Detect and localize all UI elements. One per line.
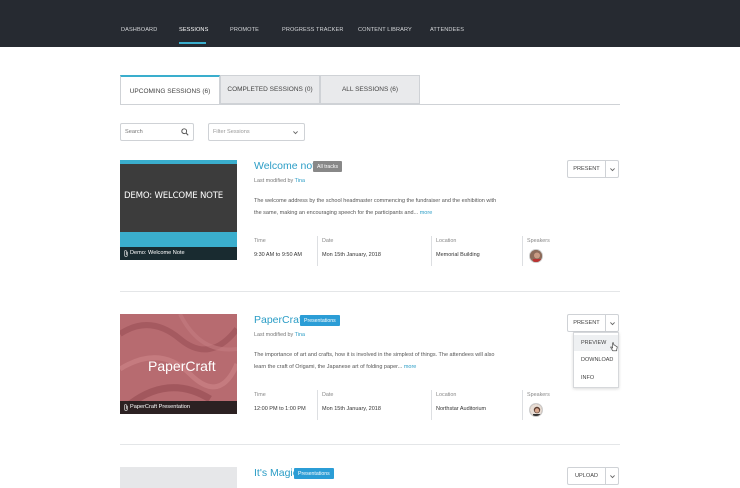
meta-divider bbox=[431, 236, 432, 266]
location-value: Memorial Building bbox=[436, 252, 480, 258]
date-label: Date bbox=[322, 392, 334, 398]
upload-button-group: UPLOAD bbox=[567, 467, 619, 485]
present-button-group: PRESENT bbox=[567, 160, 619, 178]
session-title[interactable]: PaperCraft bbox=[254, 314, 305, 326]
tab-all-sessions[interactable]: ALL SESSIONS (6) bbox=[320, 75, 420, 104]
speakers-label: Speakers bbox=[527, 392, 550, 398]
paperclip-icon bbox=[124, 404, 128, 411]
present-dropdown-toggle[interactable] bbox=[606, 160, 619, 178]
present-button[interactable]: PRESENT bbox=[567, 314, 606, 332]
last-modified: Last modified by Tina bbox=[254, 332, 305, 338]
date-value: Mon 15th January, 2018 bbox=[322, 406, 381, 412]
meta-divider bbox=[431, 390, 432, 420]
nav-sessions[interactable]: SESSIONS bbox=[179, 27, 208, 33]
nav-promote[interactable]: PROMOTE bbox=[230, 27, 259, 33]
session-meta: Time 12:00 PM to 1:00 PM Date Mon 15th J… bbox=[254, 390, 554, 422]
nav-content-library[interactable]: CONTENT LIBRARY bbox=[358, 27, 412, 33]
modified-by-link[interactable]: Tina bbox=[295, 178, 305, 184]
chevron-down-icon bbox=[610, 322, 615, 326]
tab-label: COMPLETED SESSIONS (0) bbox=[227, 86, 313, 93]
upload-dropdown-toggle[interactable] bbox=[606, 467, 619, 485]
location-value: Northstar Auditorium bbox=[436, 406, 487, 412]
present-dropdown-toggle[interactable] bbox=[606, 314, 619, 332]
more-link[interactable]: more bbox=[404, 364, 417, 370]
session-divider bbox=[120, 291, 620, 292]
modified-prefix: Last modified by bbox=[254, 332, 294, 338]
location-label: Location bbox=[436, 238, 457, 244]
upload-button[interactable]: UPLOAD bbox=[567, 467, 606, 485]
thumbnail-caption-text: PaperCraft Presentation bbox=[130, 404, 191, 410]
thumbnail-stripe bbox=[120, 232, 237, 247]
chevron-down-icon bbox=[610, 475, 615, 479]
present-button[interactable]: PRESENT bbox=[567, 160, 606, 178]
session-title[interactable]: It's Magic bbox=[254, 467, 298, 479]
search-box bbox=[120, 123, 194, 141]
session-card: DEMO: WELCOME NOTE Demo: Welcome Note We… bbox=[120, 160, 620, 270]
nav-active-indicator bbox=[179, 42, 206, 44]
hand-cursor-icon bbox=[610, 342, 618, 352]
tab-completed-sessions[interactable]: COMPLETED SESSIONS (0) bbox=[220, 75, 320, 104]
nav-attendees[interactable]: ATTENDEES bbox=[430, 27, 464, 33]
tab-label: ALL SESSIONS (6) bbox=[341, 86, 399, 93]
filter-placeholder: Filter Sessions bbox=[213, 129, 250, 135]
meta-divider bbox=[522, 236, 523, 266]
nav-progress-tracker[interactable]: PROGRESS TRACKER bbox=[282, 27, 344, 33]
session-thumbnail[interactable]: DEMO: WELCOME NOTE Demo: Welcome Note bbox=[120, 160, 237, 260]
search-input[interactable] bbox=[121, 124, 179, 140]
avatar-image bbox=[530, 404, 542, 416]
time-label: Time bbox=[254, 392, 266, 398]
thumbnail-title: PaperCraft bbox=[148, 358, 216, 374]
meta-divider bbox=[522, 390, 523, 420]
tabs-divider bbox=[120, 104, 620, 105]
menu-item-download[interactable]: DOWNLOAD bbox=[574, 352, 618, 368]
paperclip-icon bbox=[124, 250, 128, 257]
present-button-group: PRESENT bbox=[567, 314, 619, 332]
track-badge: All tracks bbox=[313, 161, 343, 172]
search-icon[interactable] bbox=[181, 128, 189, 136]
session-thumbnail[interactable] bbox=[120, 467, 237, 488]
top-nav: DASHBOARD SESSIONS PROMOTE PROGRESS TRAC… bbox=[0, 0, 740, 47]
meta-divider bbox=[317, 236, 318, 266]
session-card: It's Magic Presentations UPLOAD bbox=[120, 467, 620, 488]
speaker-avatar[interactable] bbox=[529, 249, 543, 263]
speaker-avatar[interactable] bbox=[529, 403, 543, 417]
time-label: Time bbox=[254, 238, 266, 244]
filter-sessions-select[interactable]: Filter Sessions bbox=[208, 123, 305, 141]
chevron-down-icon bbox=[610, 168, 615, 172]
tab-upcoming-sessions[interactable]: UPCOMING SESSIONS (6) bbox=[120, 75, 220, 105]
thumbnail-caption-text: Demo: Welcome Note bbox=[130, 250, 185, 256]
description-text: The welcome address by the school headma… bbox=[254, 198, 497, 216]
time-value: 9:30 AM to 9:50 AM bbox=[254, 252, 303, 258]
date-label: Date bbox=[322, 238, 334, 244]
time-value: 12:00 PM to 1:00 PM bbox=[254, 406, 306, 412]
session-meta: Time 9:30 AM to 9:50 AM Date Mon 15th Ja… bbox=[254, 236, 554, 268]
nav-dashboard[interactable]: DASHBOARD bbox=[121, 27, 157, 33]
session-description: The welcome address by the school headma… bbox=[254, 195, 504, 219]
modified-prefix: Last modified by bbox=[254, 178, 294, 184]
last-modified: Last modified by Tina bbox=[254, 178, 305, 184]
location-label: Location bbox=[436, 392, 457, 398]
thumbnail-caption: PaperCraft Presentation bbox=[120, 401, 237, 414]
modified-by-link[interactable]: Tina bbox=[295, 332, 305, 338]
thumbnail-caption: Demo: Welcome Note bbox=[120, 247, 237, 260]
session-title[interactable]: Welcome note bbox=[254, 160, 321, 172]
track-badge: Presentations bbox=[294, 468, 334, 479]
tab-label: UPCOMING SESSIONS (6) bbox=[129, 87, 211, 95]
present-dropdown-menu: PREVIEW DOWNLOAD INFO bbox=[573, 332, 619, 388]
more-link[interactable]: more bbox=[420, 210, 433, 216]
meta-divider bbox=[317, 390, 318, 420]
thumbnail-title: DEMO: WELCOME NOTE bbox=[124, 191, 224, 201]
session-description: The importance of art and crafts, how it… bbox=[254, 349, 504, 373]
session-thumbnail[interactable]: PaperCraft PaperCraft Presentation bbox=[120, 314, 237, 414]
avatar-image bbox=[530, 250, 542, 262]
menu-item-info[interactable]: INFO bbox=[574, 370, 618, 386]
track-badge: Presentations bbox=[300, 315, 340, 326]
speakers-label: Speakers bbox=[527, 238, 550, 244]
chevron-down-icon bbox=[293, 131, 298, 135]
session-divider bbox=[120, 444, 620, 445]
description-text: The importance of art and crafts, how it… bbox=[254, 352, 495, 370]
session-card: PaperCraft PaperCraft Presentation Paper… bbox=[120, 314, 620, 424]
date-value: Mon 15th January, 2018 bbox=[322, 252, 381, 258]
